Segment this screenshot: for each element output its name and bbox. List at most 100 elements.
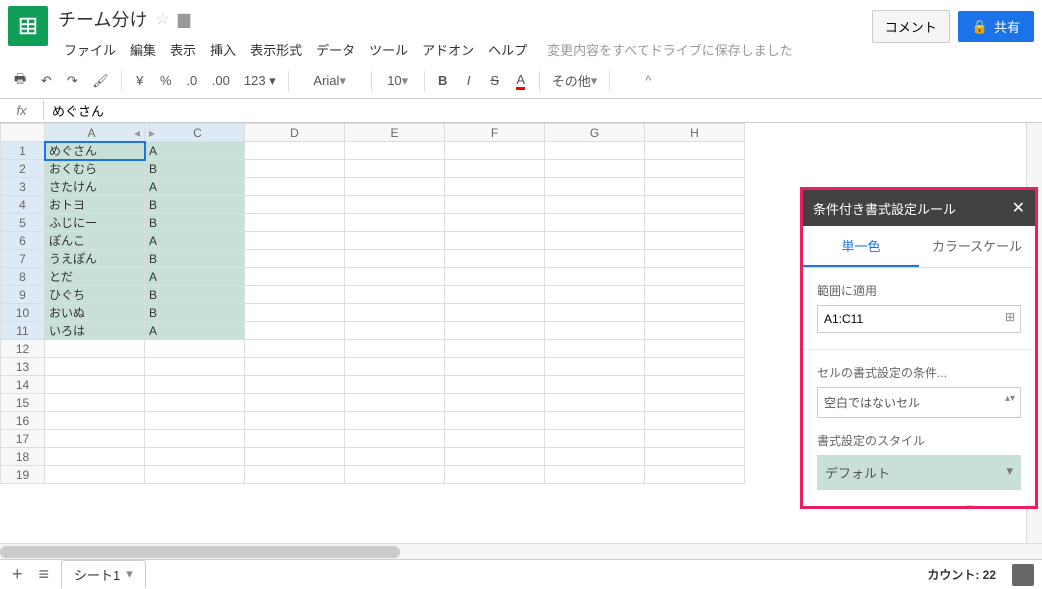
cell[interactable] (345, 322, 445, 340)
cell[interactable] (345, 358, 445, 376)
cell[interactable] (145, 466, 245, 484)
cell[interactable] (645, 430, 745, 448)
increase-decimal-icon[interactable]: .00 (206, 68, 236, 94)
folder-icon[interactable]: ▆ (178, 9, 190, 29)
cell[interactable] (245, 430, 345, 448)
cell[interactable]: おいぬ (45, 304, 145, 322)
cell[interactable]: ふじにー (45, 214, 145, 232)
decrease-decimal-icon[interactable]: .0 (180, 68, 204, 94)
cell[interactable]: いろは (45, 322, 145, 340)
cell[interactable] (345, 286, 445, 304)
percent-icon[interactable]: % (154, 68, 178, 94)
cell[interactable] (45, 394, 145, 412)
cell[interactable] (645, 412, 745, 430)
row-header[interactable]: 12 (1, 340, 45, 358)
row-header[interactable]: 16 (1, 412, 45, 430)
cell[interactable] (245, 196, 345, 214)
menu-挿入[interactable]: 挿入 (204, 36, 242, 63)
cell[interactable] (145, 412, 245, 430)
cell[interactable] (145, 394, 245, 412)
cell[interactable] (245, 466, 345, 484)
cell[interactable] (245, 286, 345, 304)
tab-single-color[interactable]: 単一色 (803, 226, 919, 267)
row-header[interactable]: 5 (1, 214, 45, 232)
cell[interactable] (245, 322, 345, 340)
cell[interactable] (545, 322, 645, 340)
add-sheet-button[interactable]: + (8, 560, 27, 589)
cell[interactable] (445, 412, 545, 430)
text-color-icon[interactable]: A (509, 68, 533, 94)
cell[interactable] (345, 412, 445, 430)
cell[interactable]: A (145, 232, 245, 250)
doc-title[interactable]: チーム分け (58, 6, 147, 32)
cell[interactable] (545, 430, 645, 448)
cell[interactable] (645, 394, 745, 412)
cell[interactable] (445, 286, 545, 304)
cell[interactable] (645, 466, 745, 484)
cell[interactable]: うえぽん (45, 250, 145, 268)
redo-icon[interactable]: ↷ (60, 68, 84, 94)
italic-icon[interactable]: I (457, 68, 481, 94)
row-header[interactable]: 17 (1, 430, 45, 448)
cell[interactable] (645, 214, 745, 232)
cell[interactable]: ひぐち (45, 286, 145, 304)
menu-ファイル[interactable]: ファイル (58, 36, 122, 63)
font-select[interactable]: Arial ▾ (295, 68, 365, 94)
cell[interactable] (245, 448, 345, 466)
cell[interactable] (245, 376, 345, 394)
cell[interactable] (345, 394, 445, 412)
fill-color-icon[interactable]: 🪣▾ (957, 500, 991, 506)
cell[interactable] (445, 448, 545, 466)
cell[interactable] (545, 340, 645, 358)
italic-icon[interactable]: I (845, 500, 871, 506)
cell[interactable] (545, 394, 645, 412)
cell[interactable] (345, 160, 445, 178)
cell[interactable] (545, 196, 645, 214)
menu-ヘルプ[interactable]: ヘルプ (482, 36, 533, 63)
cell[interactable] (345, 142, 445, 160)
cell[interactable] (545, 358, 645, 376)
cell[interactable] (445, 160, 545, 178)
cell[interactable] (245, 214, 345, 232)
cell[interactable]: めぐさん (45, 142, 145, 160)
cell[interactable] (545, 412, 645, 430)
condition-select[interactable]: 空白ではないセル (817, 387, 1021, 418)
cell[interactable] (645, 358, 745, 376)
column-header-C[interactable]: ▸C (145, 124, 245, 142)
explore-icon[interactable] (1012, 564, 1034, 586)
row-header[interactable]: 13 (1, 358, 45, 376)
row-header[interactable]: 4 (1, 196, 45, 214)
column-header-G[interactable]: G (545, 124, 645, 142)
cell[interactable]: A (145, 142, 245, 160)
column-header-H[interactable]: H (645, 124, 745, 142)
menu-ツール[interactable]: ツール (363, 36, 414, 63)
cell[interactable] (45, 340, 145, 358)
cell[interactable] (645, 340, 745, 358)
cell[interactable] (145, 358, 245, 376)
row-header[interactable]: 11 (1, 322, 45, 340)
horizontal-scrollbar[interactable] (0, 543, 1042, 559)
cell[interactable] (145, 448, 245, 466)
cell[interactable] (345, 304, 445, 322)
cell[interactable] (445, 376, 545, 394)
cell[interactable] (445, 394, 545, 412)
paint-format-icon[interactable]: 🖌 (86, 68, 115, 94)
cell[interactable] (445, 358, 545, 376)
cell[interactable] (445, 322, 545, 340)
font-size[interactable]: 10 ▾ (378, 68, 418, 94)
cell[interactable] (645, 178, 745, 196)
cell[interactable] (445, 304, 545, 322)
cell[interactable]: A (145, 178, 245, 196)
menu-表示[interactable]: 表示 (164, 36, 202, 63)
row-header[interactable]: 8 (1, 268, 45, 286)
cell[interactable] (645, 448, 745, 466)
cell[interactable]: ぽんこ (45, 232, 145, 250)
menu-データ[interactable]: データ (310, 36, 361, 63)
formula-input[interactable] (44, 101, 1042, 120)
cell[interactable]: A (145, 268, 245, 286)
cell[interactable] (145, 430, 245, 448)
tab-color-scale[interactable]: カラースケール (919, 226, 1035, 267)
row-header[interactable]: 9 (1, 286, 45, 304)
cell[interactable]: おトヨ (45, 196, 145, 214)
bold-icon[interactable]: B (431, 68, 455, 94)
